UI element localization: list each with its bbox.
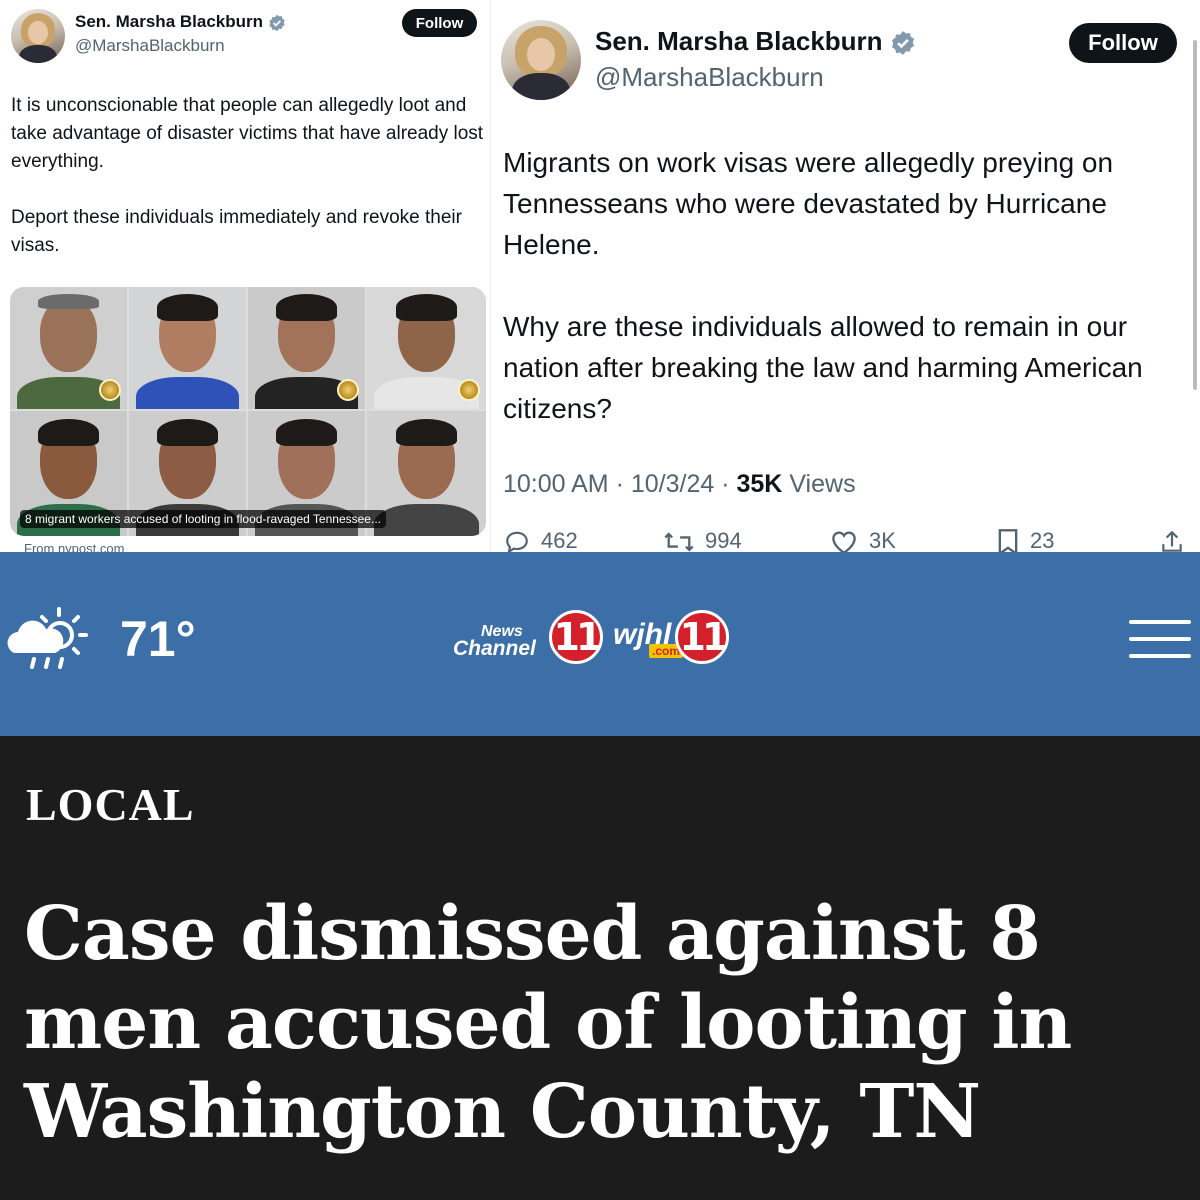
mugshot-photo [10,287,127,409]
heart-icon [832,531,856,552]
like-count: 3K [869,528,896,552]
like-button[interactable]: 3K [829,528,896,552]
partly-cloudy-weather-icon[interactable] [4,603,94,673]
menu-hamburger-icon[interactable] [1129,620,1191,660]
bookmark-button[interactable]: 23 [996,528,1054,552]
section-label[interactable]: LOCAL [26,778,195,831]
author-avatar[interactable] [11,9,65,63]
repost-count: 994 [705,528,742,552]
tweet-paragraph: Migrants on work visas were allegedly pr… [503,147,1114,260]
author-avatar[interactable] [501,20,581,100]
author-name[interactable]: Sen. Marsha Blackburn [75,12,286,32]
bookmark-icon [998,529,1018,552]
site-logo[interactable]: News Channel 11 wjhl .com 11 [453,610,743,670]
author-handle[interactable]: @MarshaBlackburn [595,62,824,93]
tweet-time[interactable]: 10:00 AM [503,470,609,498]
share-button[interactable] [1159,528,1195,552]
views-label: Views [789,470,856,498]
follow-button[interactable]: Follow [402,9,477,37]
mugshot-photo [129,287,246,409]
article-headline: Case dismissed against 8 men accused of … [24,891,1072,1155]
logo-11-badge: 11 [549,610,603,664]
tweet-paragraph: It is unconscionable that people can all… [11,95,484,172]
tweet-body: It is unconscionable that people can all… [11,92,486,260]
bookmark-count: 23 [1030,528,1055,552]
reply-count: 462 [541,528,578,552]
tweet-paragraph: Deport these individuals immediately and… [11,207,462,256]
verified-badge-icon [269,14,285,31]
logo-channel-text: Channel [453,637,536,660]
logo-11-badge: 11 [675,610,729,664]
repost-button[interactable]: 994 [663,528,742,552]
tweet-date[interactable]: 10/3/24 [631,470,714,498]
tweet-large: Sen. Marsha Blackburn @MarshaBlackburn F… [490,0,1200,552]
tweet-paragraph: Why are these individuals allowed to rem… [503,311,1143,424]
link-card-image[interactable]: 8 migrant workers accused of looting in … [10,287,486,536]
scrollbar[interactable] [1193,40,1197,390]
repost-icon [664,532,694,552]
view-count: 35K [736,470,783,498]
author-name[interactable]: Sen. Marsha Blackburn [595,26,916,57]
tweet-metadata: 10:00 AM · 10/3/24 · 35K Views [503,470,856,498]
verified-badge-icon [891,31,914,56]
follow-button[interactable]: Follow [1069,23,1177,63]
share-icon [1162,530,1182,552]
mugshot-photo [248,287,365,409]
author-handle[interactable]: @MarshaBlackburn [75,36,225,56]
tweet-body: Migrants on work visas were allegedly pr… [503,142,1188,429]
link-card-caption[interactable]: 8 migrant workers accused of looting in … [20,510,386,528]
temperature-readout[interactable]: 71° [120,610,196,668]
reply-icon [506,531,528,552]
mugshot-photo [367,287,486,409]
link-card-source[interactable]: From nypost.com [24,541,124,552]
reply-button[interactable]: 462 [503,528,578,552]
tweet-small: Sen. Marsha Blackburn @MarshaBlackburn F… [0,0,490,552]
